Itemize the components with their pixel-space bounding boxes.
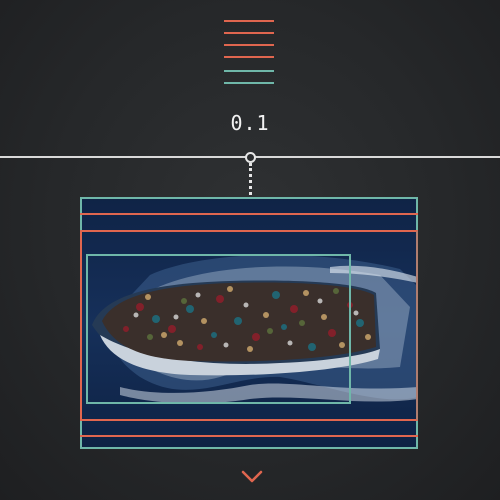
chevron-down-icon[interactable]	[240, 468, 264, 486]
threshold-value: 0.1	[230, 111, 270, 135]
threshold-slider-handle[interactable]	[245, 152, 256, 163]
legend-swatch-red-1	[224, 20, 274, 22]
slider-connector	[249, 163, 252, 195]
legend	[224, 18, 274, 88]
legend-swatch-red-3	[224, 44, 274, 46]
legend-swatch-teal-2	[224, 82, 274, 84]
legend-swatch-red-2	[224, 32, 274, 34]
legend-swatch-red-4	[224, 56, 274, 58]
boat-photo	[80, 197, 418, 449]
legend-swatch-teal-1	[224, 70, 274, 72]
